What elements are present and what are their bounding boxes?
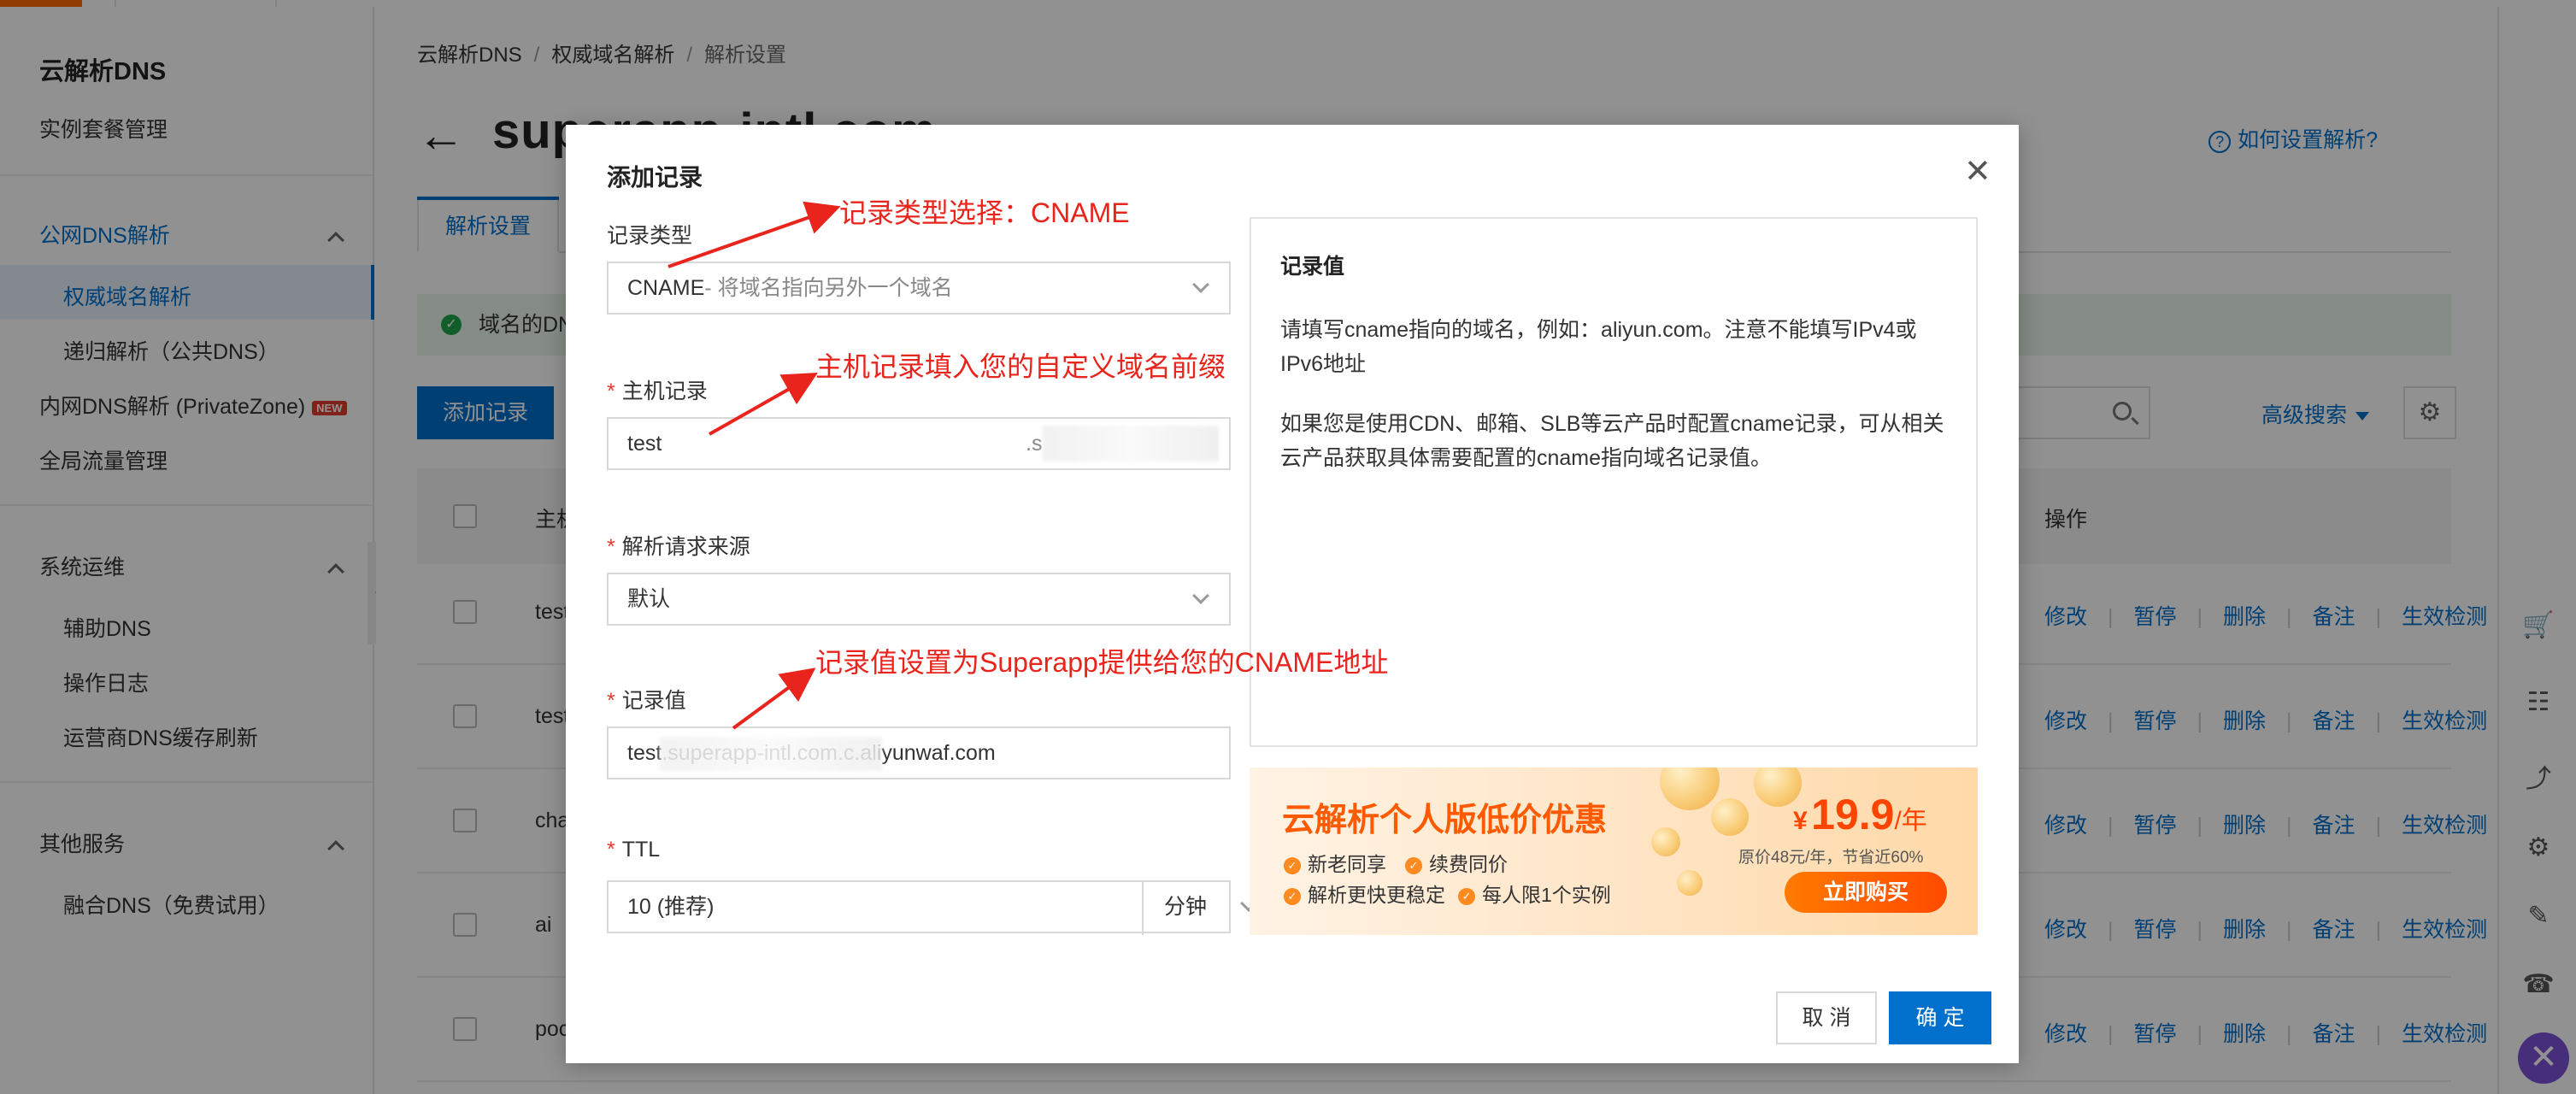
annotation-arrow <box>668 201 841 268</box>
annotation-arrow <box>732 668 816 730</box>
annotation-arrow <box>709 373 818 436</box>
annotation-arrows <box>668 201 841 730</box>
